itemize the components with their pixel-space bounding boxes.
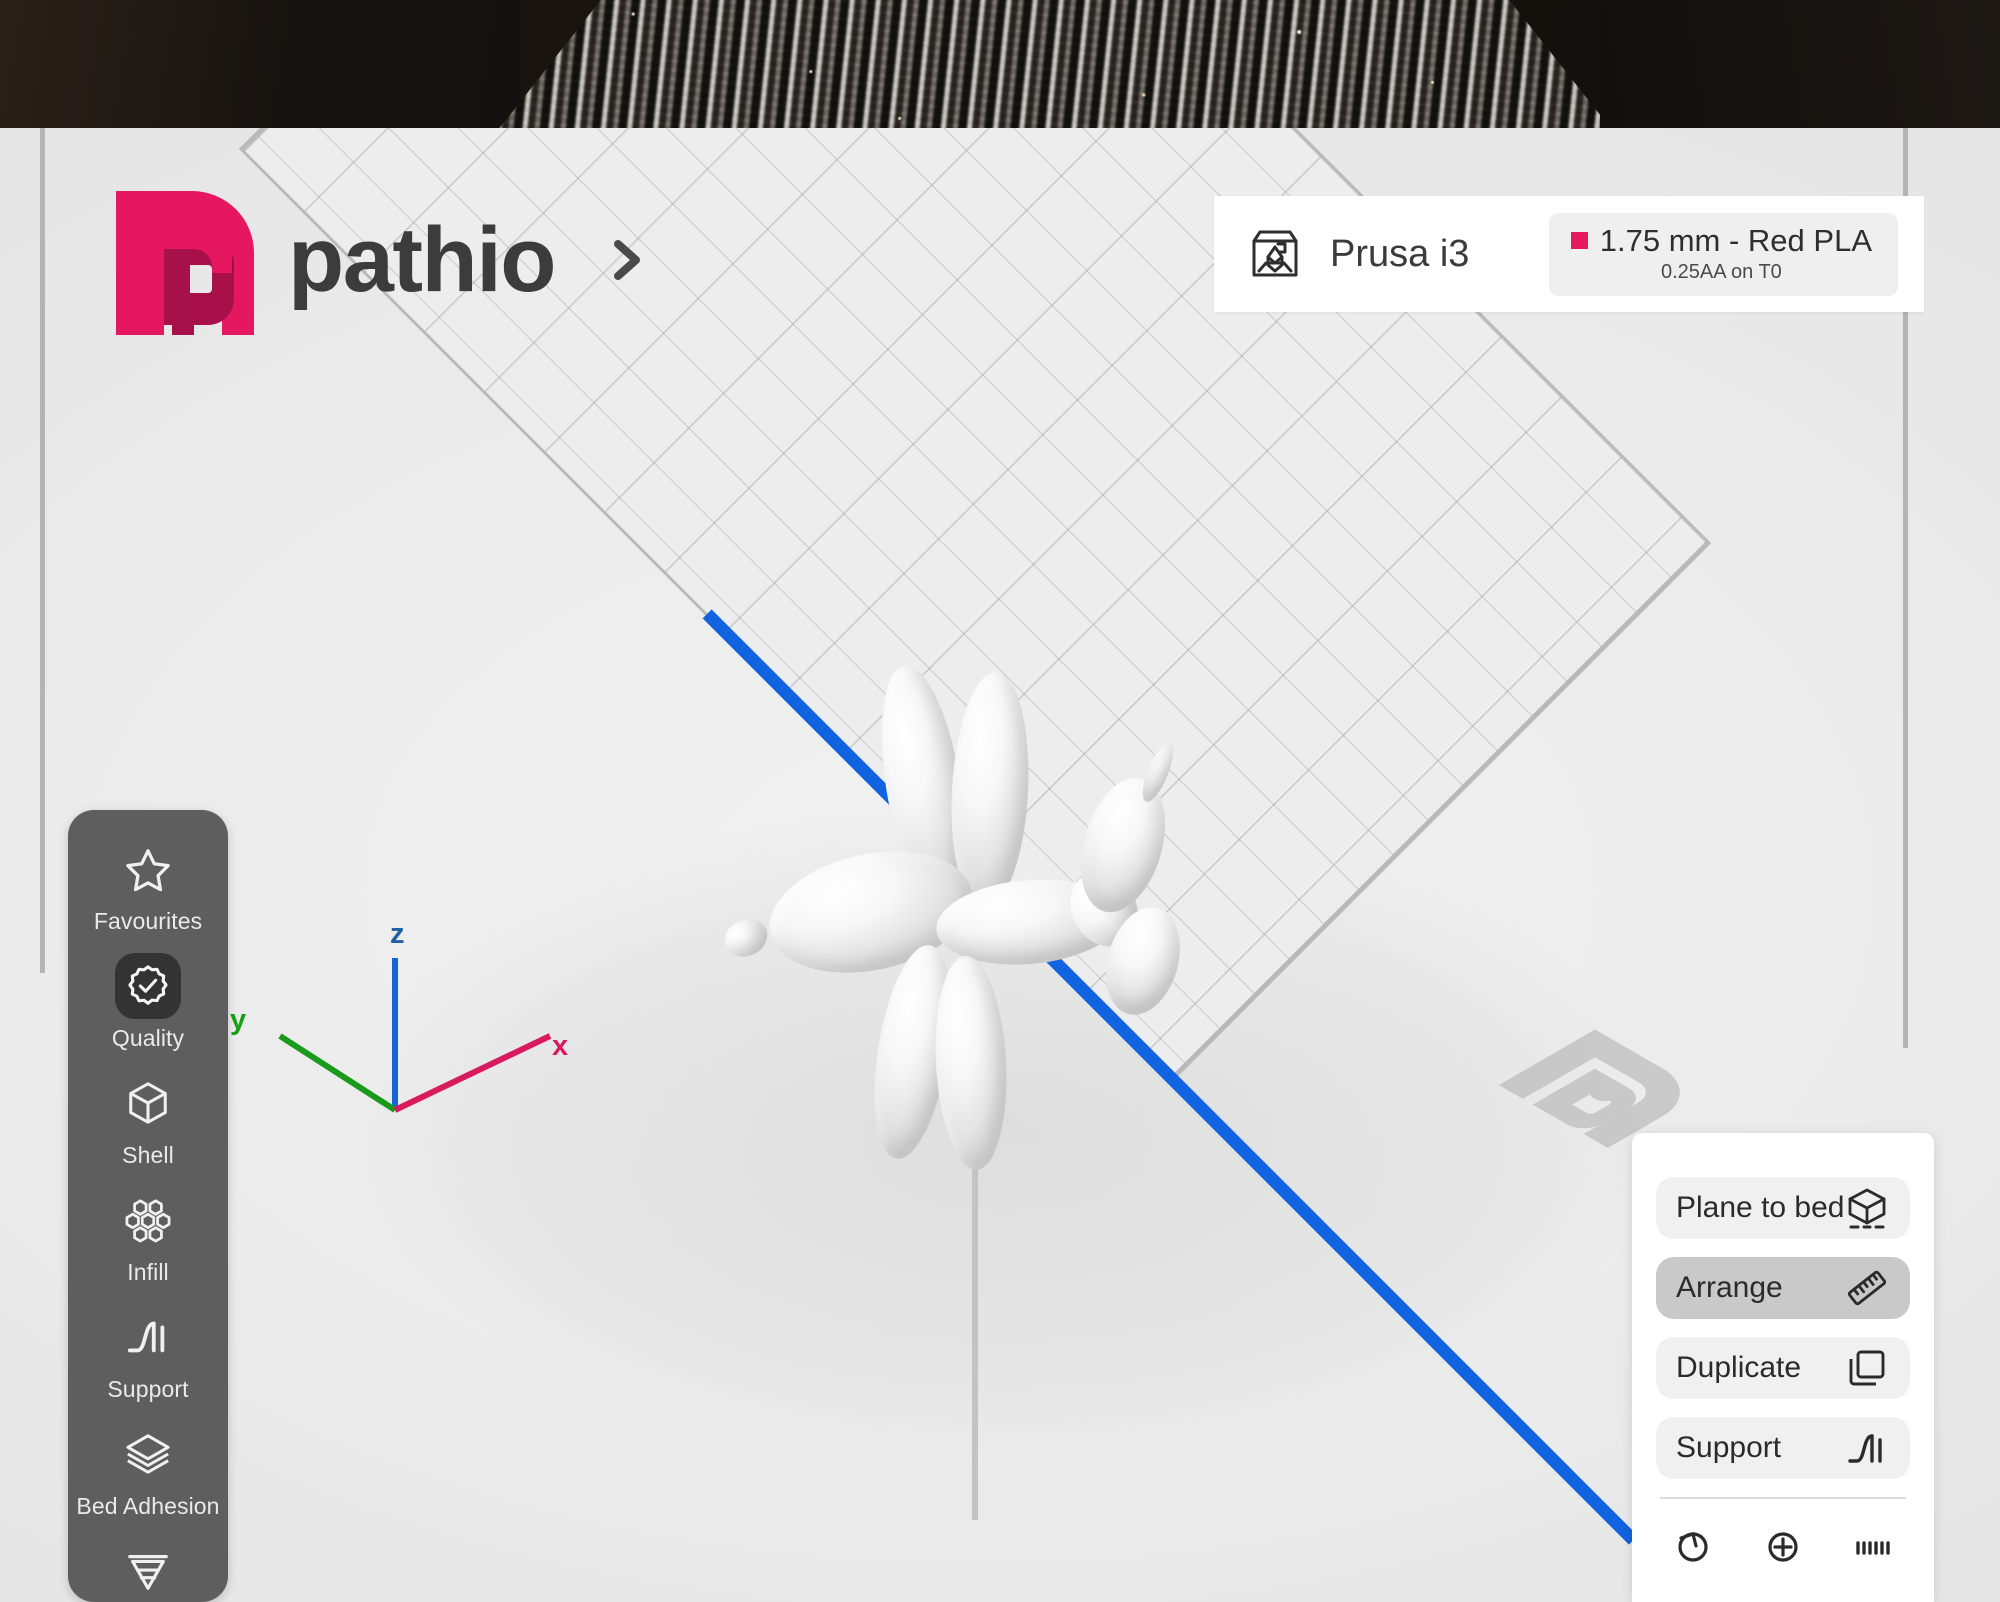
support-label: Support <box>1676 1431 1782 1464</box>
duplicate-icon <box>1844 1345 1890 1391</box>
build-volume-edge-left <box>40 128 45 973</box>
sidebar-label-infill: Infill <box>127 1259 169 1285</box>
sidebar-label-quality: Quality <box>111 1025 185 1051</box>
arrange-label: Arrange <box>1676 1271 1783 1304</box>
axis-label-x: x <box>552 1030 569 1062</box>
background-photo-left-dark <box>0 0 520 128</box>
background-photo-right-dark <box>1600 0 2000 128</box>
ruler-icon <box>1844 1265 1890 1311</box>
axis-label-z: z <box>390 918 405 950</box>
brand[interactable]: pathio <box>110 185 655 335</box>
sidebar-label-shell: Shell <box>122 1142 174 1168</box>
printer-status-bar[interactable]: Prusa i3 1.75 mm - Red PLA 0.25AA on T0 <box>1214 196 1924 312</box>
sidebar-item-bed-adhesion[interactable]: Bed Adhesion <box>68 1413 228 1530</box>
material-sublabel: 0.25AA on T0 <box>1660 260 1782 283</box>
sidebar-label-bed-adhesion: Bed Adhesion <box>76 1493 220 1519</box>
sidebar-item-nozzle-priming[interactable]: Nozzle Priming <box>68 1530 228 1602</box>
sidebar-label-support: Support <box>107 1376 189 1402</box>
actions-overflow-row <box>1656 1499 1910 1563</box>
scale-icon[interactable] <box>1760 1517 1806 1563</box>
rotate-icon[interactable] <box>1670 1517 1716 1563</box>
material-chip[interactable]: 1.75 mm - Red PLA 0.25AA on T0 <box>1548 212 1898 296</box>
sidebar-item-shell[interactable]: Shell <box>68 1062 228 1179</box>
object-actions-panel[interactable]: Plane to bed Arrange Duplicate Support <box>1632 1133 1934 1602</box>
material-color-swatch <box>1570 232 1588 249</box>
quality-badge-icon <box>115 953 181 1019</box>
material-label: 1.75 mm - Red PLA <box>1599 222 1872 258</box>
nozzle-icon <box>115 1538 181 1602</box>
star-icon <box>115 836 181 902</box>
sidebar-item-favourites[interactable]: Favourites <box>68 828 228 945</box>
support-curve-icon <box>115 1304 181 1370</box>
background-photo-highlights <box>500 0 1610 128</box>
honeycomb-icon <box>115 1187 181 1253</box>
support-curve-icon <box>1844 1425 1890 1471</box>
plane-to-bed-label: Plane to bed <box>1676 1191 1845 1224</box>
plane-to-bed-icon <box>1844 1185 1890 1231</box>
chevron-right-icon[interactable] <box>599 232 655 288</box>
axis-gizmo: z y x <box>230 918 600 1148</box>
app-window: z y x pathio Prusa i3 1.75 mm - Red PLA … <box>0 0 2000 1602</box>
cube-icon <box>115 1070 181 1136</box>
settings-sidebar[interactable]: Favourites Quality Shell Infill Support … <box>68 810 228 1602</box>
balloon-dog-model[interactable] <box>700 658 1260 1172</box>
duplicate-button[interactable]: Duplicate <box>1656 1337 1910 1399</box>
pathio-logo-icon <box>110 185 260 335</box>
grid-icon[interactable] <box>1850 1517 1896 1563</box>
sidebar-label-favourites: Favourites <box>93 908 203 934</box>
support-button[interactable]: Support <box>1656 1417 1910 1479</box>
duplicate-label: Duplicate <box>1676 1351 1802 1384</box>
sidebar-item-quality[interactable]: Quality <box>68 945 228 1062</box>
plane-to-bed-button[interactable]: Plane to bed <box>1656 1177 1910 1239</box>
sidebar-item-support[interactable]: Support <box>68 1296 228 1413</box>
sidebar-item-infill[interactable]: Infill <box>68 1179 228 1296</box>
printer-3d-icon <box>1248 227 1302 281</box>
layers-icon <box>115 1421 181 1487</box>
printer-name: Prusa i3 <box>1330 232 1470 275</box>
brand-wordmark: pathio <box>288 209 556 311</box>
background-photo <box>0 0 2000 128</box>
axis-label-y: y <box>230 1004 247 1036</box>
arrange-button[interactable]: Arrange <box>1656 1257 1910 1319</box>
